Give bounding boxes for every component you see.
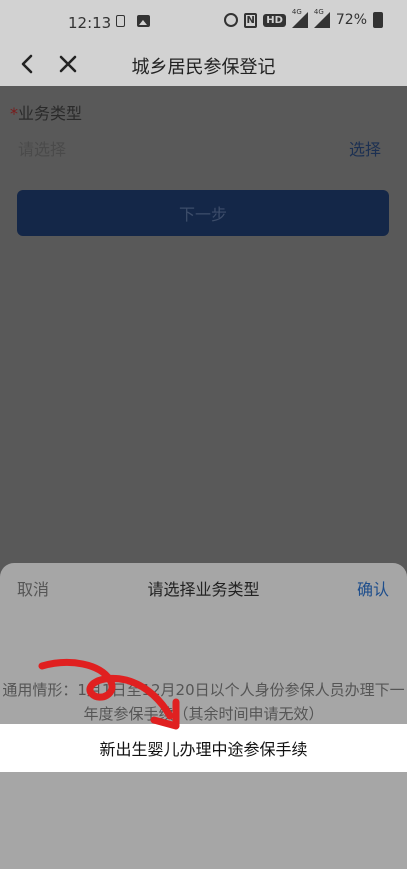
signal-icon-2: 4G [313,8,330,28]
business-type-label: 业务类型 [18,104,83,123]
status-time: 12:13 [68,14,112,32]
image-notification-icon [137,15,150,27]
nav-bar: 城乡居民参保登记 [0,44,407,86]
next-button[interactable]: 下一步 [17,190,389,236]
confirm-button[interactable]: 确认 [357,576,389,600]
select-link[interactable]: 选择 [349,136,381,160]
status-icons: N HD 4G 4G 72% [224,8,383,28]
status-bar: 12:13 N HD 4G 4G 72% [0,0,407,44]
sheet-title: 请选择业务类型 [147,580,260,599]
page-title: 城乡居民参保登记 [131,57,276,78]
required-mark: * [10,104,18,123]
annotation-arrow-icon [38,659,180,730]
battery-text: 72% [335,12,367,28]
signal-icon-1: 4G [291,8,308,28]
sim-icon [116,15,125,27]
alarm-icon [224,13,239,27]
nfc-icon: N [244,12,258,28]
battery-icon [373,12,383,28]
field-label: *业务类型 [10,100,82,124]
business-type-placeholder[interactable]: 请选择 [18,136,66,160]
hd-icon: HD [263,13,286,27]
